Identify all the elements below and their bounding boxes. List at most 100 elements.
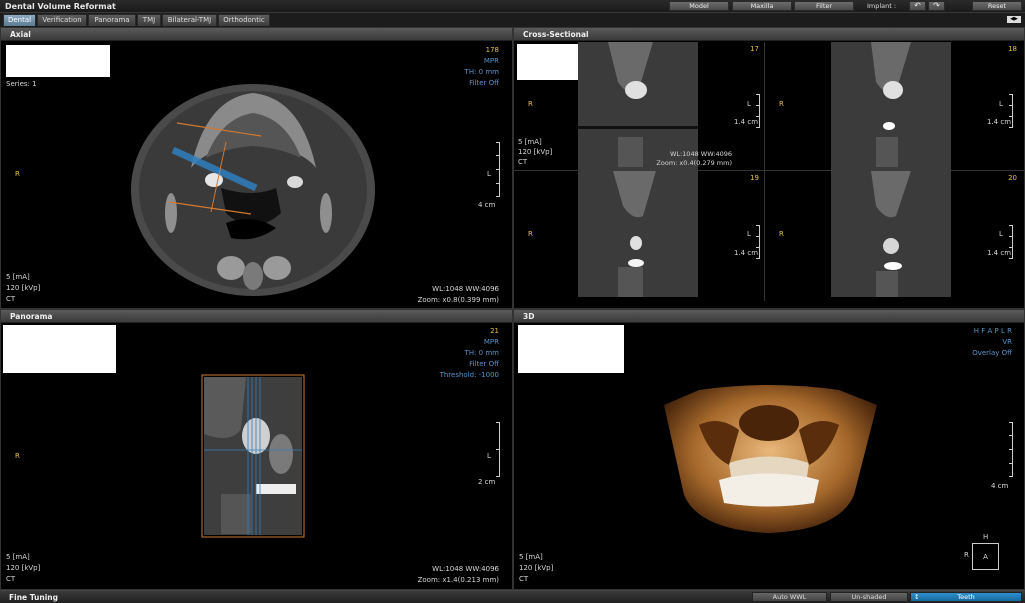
filter-status: Filter Off (469, 79, 499, 87)
tab-panorama[interactable]: Panorama (88, 14, 136, 26)
fine-tuning-title: Fine Tuning (9, 593, 58, 602)
modality-label: CT (519, 575, 529, 583)
layout-toggle-icon[interactable]: ◀▶ (1007, 16, 1021, 23)
scale-label: 2 cm (478, 478, 496, 486)
thickness-label: TH: 0 mm (464, 349, 499, 357)
orientation-left: L (999, 230, 1003, 238)
scale-label: 1.4 cm (734, 118, 759, 126)
cross-section-image (831, 171, 951, 297)
tab-bilateral-tmj[interactable]: Bilateral-TMJ (162, 14, 217, 26)
zoom-label: Zoom: x1.4(0.213 mm) (417, 576, 499, 584)
patient-info-redacted (3, 325, 116, 373)
cross-section-cell[interactable]: 19 R L 1.4 cm (514, 171, 765, 301)
ma-label: 5 [mA] (519, 553, 543, 561)
axial-header: Axial (1, 28, 512, 41)
cross-section-cell[interactable]: 17 R L 1.4 cm 5 [mA] 120 [kVp] CT WL:104… (514, 42, 765, 171)
orientation-right: R (528, 230, 533, 238)
scale-bar (495, 142, 500, 197)
ma-label: 5 [mA] (6, 273, 30, 281)
scale-label: 1.4 cm (734, 249, 759, 257)
series-label: Series: 1 (6, 80, 37, 88)
orientation-left: L (487, 170, 491, 178)
mode-label: MPR (483, 57, 499, 65)
orientation-left: L (747, 230, 751, 238)
orientation-right: R (528, 100, 533, 108)
cross-section-cell[interactable]: 18 R L 1.4 cm (765, 42, 1024, 171)
window-level-label: WL:1048 WW:4096 (432, 565, 499, 573)
app-title: Dental Volume Reformat (5, 2, 116, 11)
orientation-left: L (487, 452, 491, 460)
mode-label: MPR (483, 338, 499, 346)
patient-info-redacted (518, 325, 624, 373)
panorama-viewport[interactable]: Panorama 21 MPR TH: 0 mm Filter Off Thre… (0, 309, 513, 590)
orientation-labels: H F A P L R (973, 327, 1012, 335)
zoom-label: Zoom: x0.8(0.399 mm) (417, 296, 499, 304)
axial-title: Axial (10, 30, 31, 39)
tab-dental[interactable]: Dental (3, 14, 36, 26)
3d-header: 3D (514, 310, 1024, 323)
kvp-label: 120 [kVp] (6, 284, 41, 292)
slice-number: 20 (1008, 174, 1017, 182)
threshold-label: Threshold: -1000 (439, 371, 499, 379)
cross-section-image (578, 171, 698, 297)
3d-skull-render (664, 385, 877, 533)
panorama-image (201, 374, 305, 538)
modality-label: CT (518, 158, 528, 166)
zoom-label: Zoom: x0.4(0.279 mm) (656, 159, 732, 167)
render-mode-label: VR (1002, 338, 1012, 346)
kvp-label: 120 [kVp] (6, 564, 41, 572)
axial-ct-image (131, 84, 375, 296)
auto-wwl-button[interactable]: Auto WWL (752, 592, 827, 602)
teeth-button-label: Teeth (957, 593, 975, 601)
redo-icon[interactable]: ↷ (928, 1, 945, 11)
cube-label-top: H (983, 533, 989, 541)
scale-bar (495, 422, 500, 477)
tab-orthodontic[interactable]: Orthodontic (218, 14, 270, 26)
orientation-left: L (747, 100, 751, 108)
maxilla-button[interactable]: Maxilla (732, 1, 792, 11)
cross-sectional-title: Cross-Sectional (523, 30, 589, 39)
model-button[interactable]: Model (669, 1, 729, 11)
orientation-cube[interactable]: A (972, 543, 999, 570)
slice-number: 21 (490, 327, 499, 335)
unshaded-button[interactable]: Un-shaded (830, 592, 908, 602)
orientation-left: L (999, 100, 1003, 108)
axial-viewport[interactable]: Axial Series: 1 178 MPR TH: 0 mm Filter … (0, 27, 513, 309)
filter-button[interactable]: Filter (794, 1, 854, 11)
tab-bar: Dental Verification Panorama TMJ Bilater… (0, 13, 1025, 27)
teeth-dropdown-icon: ↕ (914, 593, 920, 601)
filter-status: Filter Off (469, 360, 499, 368)
implant-label: Implant : (867, 2, 897, 10)
window-level-label: WL:1048 WW:4096 (432, 285, 499, 293)
cross-section-cell[interactable]: 20 R L 1.4 cm (765, 171, 1024, 301)
orientation-right: R (15, 170, 20, 178)
tab-verification[interactable]: Verification (37, 14, 87, 26)
slice-number: 17 (750, 45, 759, 53)
scale-bar (1008, 422, 1013, 477)
slice-number: 19 (750, 174, 759, 182)
teeth-button[interactable]: ↕ Teeth (910, 592, 1022, 602)
scale-label: 4 cm (991, 482, 1009, 490)
scale-label: 4 cm (478, 201, 496, 209)
tab-tmj[interactable]: TMJ (137, 14, 161, 26)
orientation-right: R (779, 230, 784, 238)
3d-viewport[interactable]: 3D H F A P L R VR Overlay Off 4 cm 5 [mA… (513, 309, 1025, 590)
kvp-label: 120 [kVp] (519, 564, 554, 572)
patient-info-redacted (6, 45, 110, 77)
reset-button[interactable]: Reset (972, 1, 1022, 11)
thickness-label: TH: 0 mm (464, 68, 499, 76)
modality-label: CT (6, 575, 16, 583)
ma-label: 5 [mA] (6, 553, 30, 561)
scale-label: 1.4 cm (987, 249, 1012, 257)
3d-title: 3D (523, 312, 535, 321)
cross-section-image (831, 42, 951, 171)
modality-label: CT (6, 295, 16, 303)
slice-number: 18 (1008, 45, 1017, 53)
overlay-status: Overlay Off (972, 349, 1012, 357)
slice-number: 178 (485, 46, 499, 54)
orientation-right: R (779, 100, 784, 108)
cross-sectional-viewport[interactable]: Cross-Sectional 17 R L 1.4 cm 5 [mA] 120… (513, 27, 1025, 309)
undo-icon[interactable]: ↶ (909, 1, 926, 11)
title-bar: Dental Volume Reformat Model Maxilla Fil… (0, 0, 1025, 13)
cube-label-left: R (964, 551, 969, 559)
